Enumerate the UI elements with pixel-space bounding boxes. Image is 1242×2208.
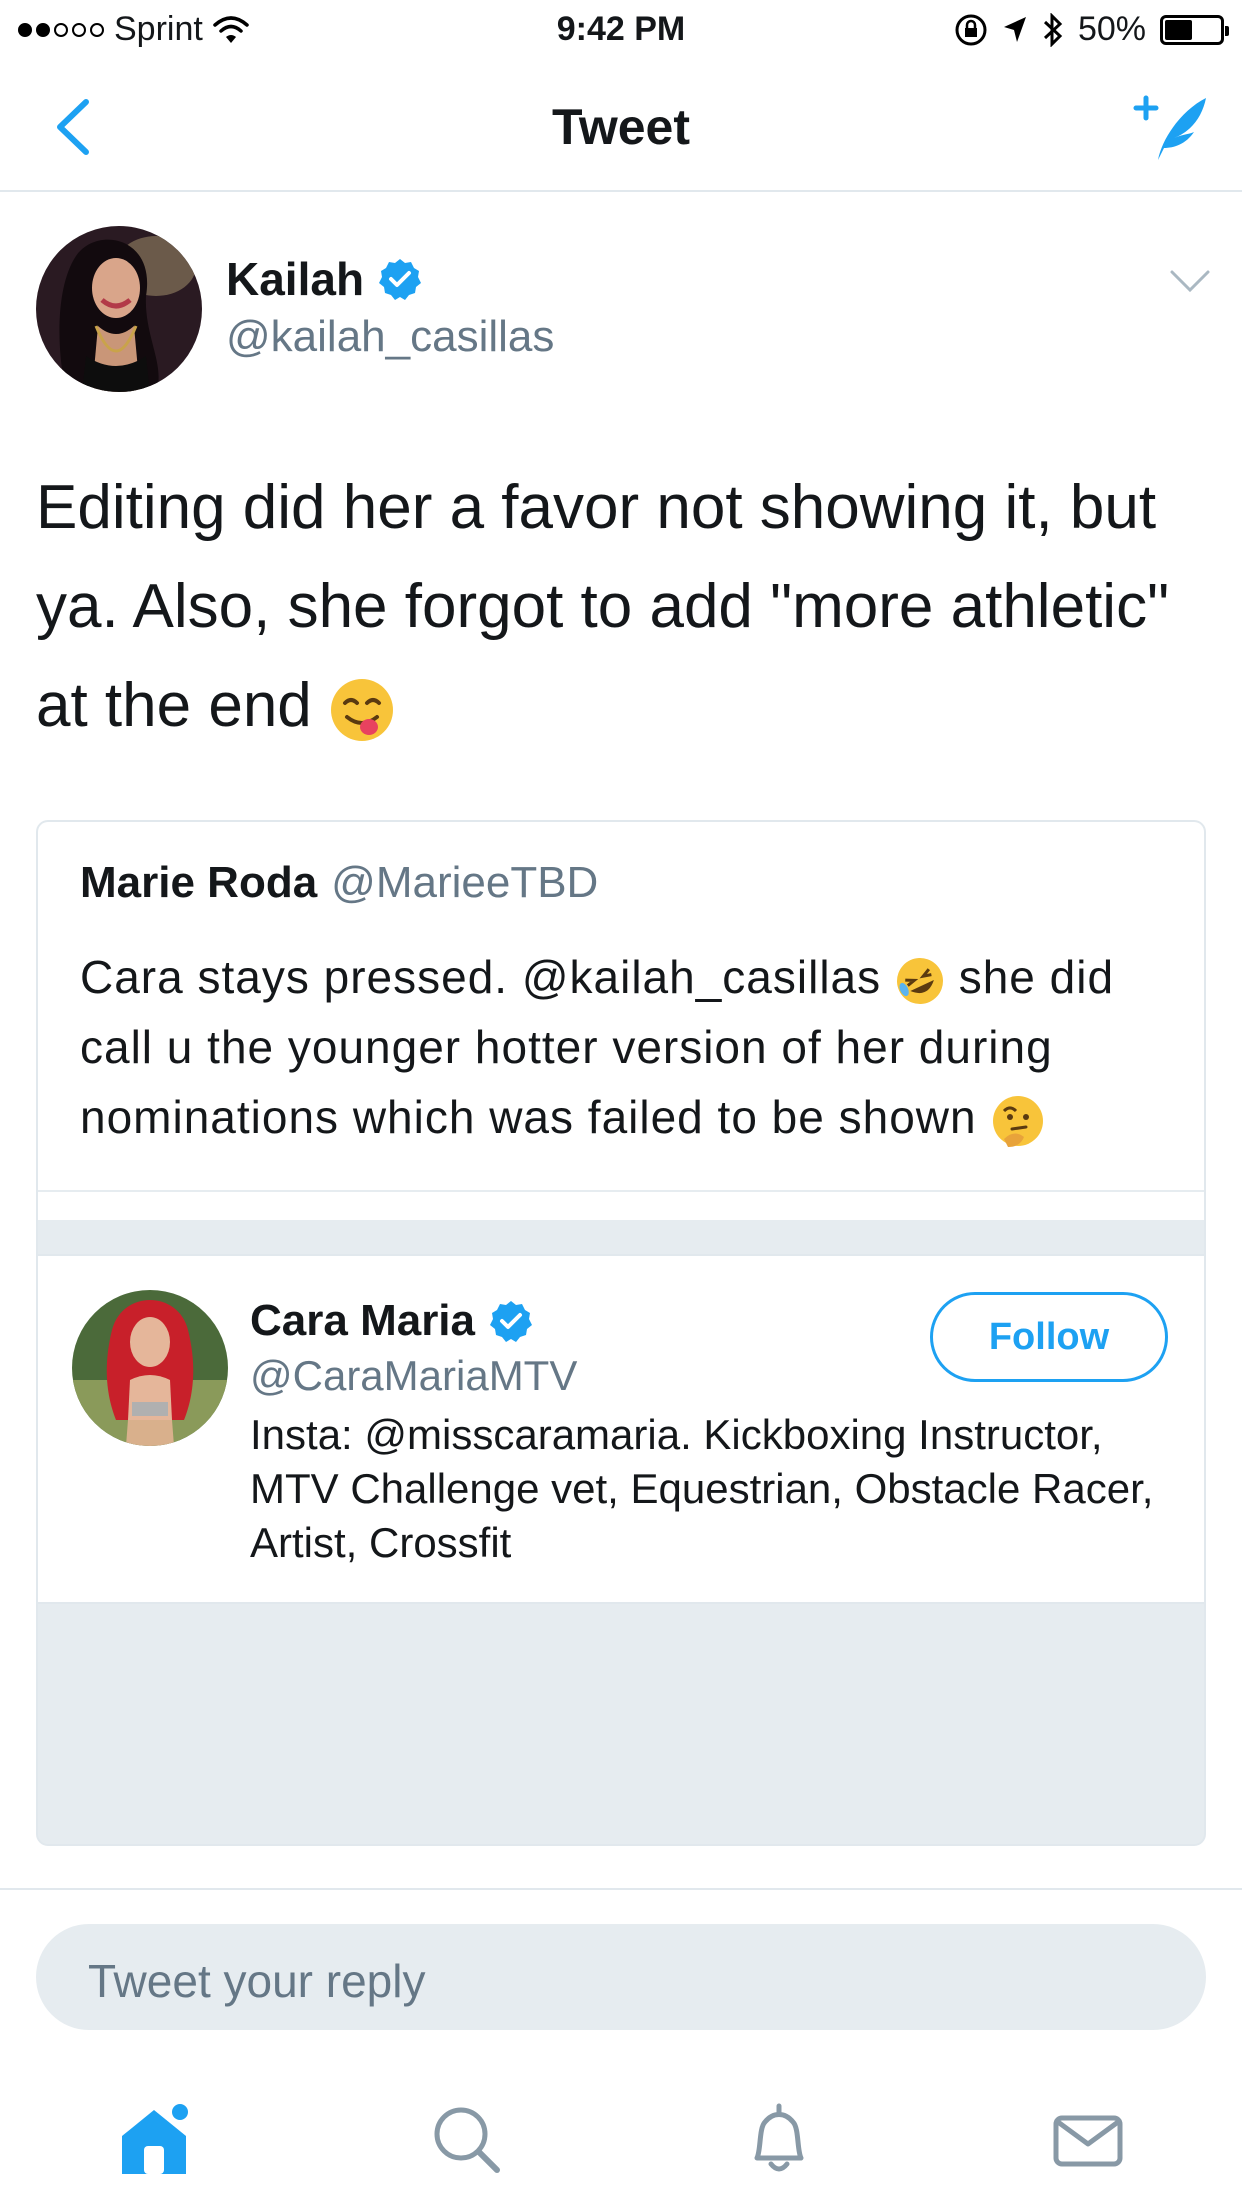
- battery-percent: 50%: [1077, 10, 1146, 48]
- verified-badge-icon: [379, 259, 422, 300]
- profile-card-name[interactable]: Cara Maria: [250, 1296, 533, 1346]
- quoted-author-handle: @MarieeTBD: [331, 858, 599, 907]
- location-arrow-icon: [1003, 16, 1026, 42]
- quoted-tweet-content: Marie Roda @MarieeTBD Cara stays pressed…: [38, 822, 1204, 1220]
- profile-card-name-text: Cara Maria: [250, 1296, 476, 1345]
- follow-button[interactable]: Follow: [930, 1292, 1168, 1382]
- yum-face-emoji-icon: [331, 678, 394, 741]
- profile-card[interactable]: Cara Maria @CaraMariaMTV Insta: @misscar…: [38, 1254, 1204, 1604]
- tweet-options-chevron-icon[interactable]: [1168, 266, 1212, 296]
- navigation-bar: Tweet: [0, 62, 1242, 192]
- tweet-text: Editing did her a favor not showing it, …: [36, 458, 1206, 755]
- author-name[interactable]: Kailah: [226, 252, 422, 306]
- reply-placeholder: Tweet your reply: [88, 1955, 426, 2007]
- compose-tweet-icon[interactable]: [1132, 88, 1212, 168]
- battery-level-fill: [1165, 19, 1192, 40]
- rolling-laughing-emoji-icon: [896, 957, 943, 1004]
- tweet-body: Editing did her a favor not showing it, …: [36, 473, 1170, 740]
- bluetooth-icon: [1043, 12, 1063, 47]
- profile-card-bio: Insta: @misscaramaria. Kickboxing Instru…: [250, 1411, 1154, 1566]
- status-bar: Sprint 9:42 PM 50%: [0, 0, 1242, 62]
- page-title: Tweet: [552, 99, 690, 155]
- author-name-text: Kailah: [226, 253, 365, 305]
- battery-icon: [1160, 14, 1229, 45]
- quoted-text-part1: Cara stays pressed. @kailah_casillas: [80, 951, 882, 1003]
- author-handle[interactable]: @kailah_casillas: [226, 312, 554, 362]
- home-icon[interactable]: [112, 2098, 196, 2182]
- rotation-lock-icon: [955, 14, 987, 45]
- reply-divider: [0, 1888, 1242, 1890]
- verified-badge-icon: [490, 1301, 533, 1342]
- notifications-icon[interactable]: [737, 2098, 821, 2182]
- author-avatar[interactable]: [36, 226, 202, 392]
- quoted-author-name: Marie Roda: [80, 858, 318, 907]
- profile-card-avatar[interactable]: [72, 1290, 228, 1446]
- profile-card-avatar-image: [72, 1290, 228, 1446]
- author-avatar-image: [36, 226, 202, 392]
- quoted-author: Marie Roda @MarieeTBD: [80, 858, 598, 908]
- messages-icon[interactable]: [1046, 2098, 1130, 2182]
- profile-card-handle[interactable]: @CaraMariaMTV: [250, 1352, 577, 1400]
- thinking-face-emoji-icon: [993, 1095, 1044, 1147]
- status-bar-right: 50%: [954, 10, 1229, 49]
- quoted-tweet-text: Cara stays pressed. @kailah_casillas she…: [80, 942, 1180, 1152]
- tab-bar: [0, 2068, 1242, 2208]
- media-divider: [38, 1190, 1204, 1218]
- quoted-tweet[interactable]: Marie Roda @MarieeTBD Cara stays pressed…: [36, 820, 1206, 1846]
- reply-input[interactable]: Tweet your reply: [36, 1924, 1206, 2030]
- search-icon[interactable]: [425, 2098, 509, 2182]
